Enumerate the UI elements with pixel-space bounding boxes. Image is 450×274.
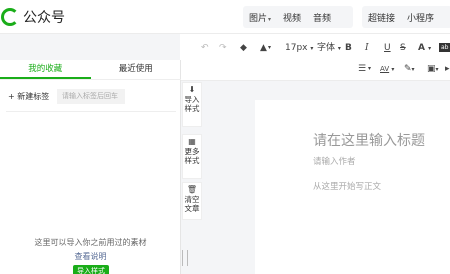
format-toolbar: ↶ ↷ ◆ ▲ ▾ 17px ▾ 字体 ▾ B I U S A ▾ ab ☰ ▾… [180,34,450,81]
more-icon[interactable]: ▸ [445,58,450,80]
app-name: 公众号 [23,10,65,26]
divider [6,111,176,112]
font-family-select[interactable]: 字体 ▾ [317,37,341,60]
grid-icon: ▦ [188,137,196,146]
author-input[interactable]: 请输入作者 [313,155,356,167]
italic-button[interactable]: I [365,37,369,59]
paragraph-spacing-caret: ▾ [368,65,372,72]
redo-icon[interactable]: ↷ [219,37,227,59]
article-editor: 请在这里输入标题 请输入作者 从这里开始写正文 [255,100,450,274]
nav-video[interactable]: 视频 [277,11,307,24]
import-style-button[interactable]: 导入样式 [73,265,109,274]
logo: 公众号 [0,6,65,28]
image-style-icon[interactable]: ▣▾ [427,58,439,81]
nav-image[interactable]: 图片▾ [243,11,277,24]
clear-format-caret: ▾ [268,44,272,51]
import-icon: ⬇ [188,85,196,94]
more-styles-tool[interactable]: ▦ 更多 样式 [182,134,202,179]
underline-button[interactable]: U [384,37,391,59]
tag-search-input[interactable] [57,89,125,104]
resize-handle[interactable] [182,250,188,266]
letter-spacing-button[interactable]: AV ▾ [380,58,394,81]
clear-article-tool[interactable]: 🗑 清空 文章 [182,182,202,220]
nav-mini-program[interactable]: 小程序 [401,11,440,24]
styles-panel: 我的收藏 最近使用 + 新建标签 这里可以导入你之前用过的素材 查看说明 导入样… [0,60,181,274]
new-tag-button[interactable]: + 新建标签 [8,89,49,104]
font-size-select[interactable]: 17px ▾ [285,37,313,60]
insert-media-nav: 图片▾ 视频 音频 [243,6,353,28]
format-painter-icon[interactable]: ◆ [240,37,247,59]
bold-button[interactable]: B [345,37,352,59]
nav-audio[interactable]: 音频 [307,11,337,24]
view-instructions-link[interactable]: 查看说明 [0,251,181,262]
logo-icon [1,8,19,26]
undo-icon[interactable]: ↶ [201,37,209,59]
paragraph-spacing-icon[interactable]: ☰ [358,58,366,80]
top-header: 公众号 图片▾ 视频 音频 超链接 小程序 [0,0,450,34]
title-input[interactable]: 请在这里输入标题 [313,130,425,150]
clear-format-icon[interactable]: ▲ [260,37,267,59]
magic-wand-icon[interactable]: ✎▾ [404,58,415,81]
background-color-icon[interactable]: ab [439,43,450,52]
insert-link-nav: 超链接 小程序 [362,6,450,28]
chevron-down-icon: ▾ [268,15,272,23]
text-color-button[interactable]: A ▾ [418,37,431,60]
empty-state-tip: 这里可以导入你之前用过的素材 [34,238,147,247]
import-style-tool[interactable]: ⬇ 导入 样式 [182,82,202,127]
strikethrough-button[interactable]: S [400,37,406,59]
tab-my-favorites[interactable]: 我的收藏 [0,60,91,79]
editor-app: 公众号 图片▾ 视频 音频 超链接 小程序 ↶ ↷ ◆ ▲ ▾ 17px ▾ 字… [0,0,450,274]
tab-recent[interactable]: 最近使用 [91,60,182,79]
trash-icon: 🗑 [186,185,198,194]
panel-tabs: 我的收藏 最近使用 [0,60,181,80]
nav-hyperlink[interactable]: 超链接 [362,11,401,24]
body-input[interactable]: 从这里开始写正文 [313,180,381,192]
